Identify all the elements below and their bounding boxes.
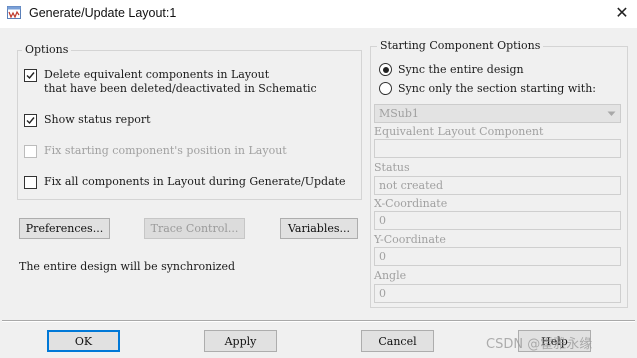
show-status-option[interactable]: Show status report [24,113,151,127]
show-status-label: Show status report [44,113,151,126]
watermark: CSDN @霍雅永缘 [486,337,593,352]
bottom-separator [2,320,635,322]
component-select-value: MSub1 [379,107,419,120]
x-coordinate-label: X-Coordinate [374,197,448,210]
sync-entire-radio[interactable] [379,63,392,76]
x-coordinate-field: 0 [374,211,621,230]
y-coordinate-field: 0 [374,247,621,266]
ok-button[interactable]: OK [47,330,120,352]
fix-starting-label: Fix starting component's position in Lay… [44,144,287,157]
status-field: not created [374,176,621,195]
y-coordinate-label: Y-Coordinate [374,233,446,246]
delete-equivalent-line1: Delete equivalent components in Layout [44,68,270,81]
preferences-button[interactable]: Preferences... [19,218,110,239]
apply-button[interactable]: Apply [204,330,277,352]
component-select[interactable]: MSub1 [374,104,621,123]
delete-equivalent-label: Delete equivalent components in Layout t… [44,68,317,96]
sync-status-message: The entire design will be synchronized [19,260,236,273]
angle-field: 0 [374,284,621,303]
show-status-checkbox[interactable] [24,114,37,127]
sync-section-radio[interactable] [379,82,392,95]
sync-section-label: Sync only the section starting with: [398,82,596,95]
delete-equivalent-option[interactable]: Delete equivalent components in Layout t… [24,68,317,96]
delete-equivalent-line2: that have been deleted/deactivated in Sc… [44,82,317,95]
fix-starting-checkbox[interactable] [24,145,37,158]
radio-selected-dot [382,66,389,73]
window-title: Generate/Update Layout:1 [29,6,177,20]
checkmark-icon [26,72,35,80]
fix-all-label: Fix all components in Layout during Gene… [44,175,346,188]
equivalent-label: Equivalent Layout Component [374,125,544,138]
fix-all-checkbox[interactable] [24,176,37,189]
title-bar: Generate/Update Layout:1 ✕ [0,0,637,28]
variables-button[interactable]: Variables... [280,218,358,239]
sync-entire-label: Sync the entire design [398,63,524,76]
status-label: Status [374,161,410,174]
delete-equivalent-checkbox[interactable] [24,69,37,82]
close-icon[interactable]: ✕ [612,3,632,23]
options-group-title: Options [22,43,72,56]
app-icon [7,6,21,19]
fix-all-option[interactable]: Fix all components in Layout during Gene… [24,175,346,189]
starting-options-title: Starting Component Options [377,39,544,52]
checkmark-icon [26,117,35,125]
cancel-button[interactable]: Cancel [361,330,434,352]
fix-starting-option[interactable]: Fix starting component's position in Lay… [24,144,287,158]
sync-entire-option[interactable]: Sync the entire design [379,63,524,76]
trace-control-button[interactable]: Trace Control... [144,218,245,239]
equivalent-field [374,139,621,158]
sync-section-option[interactable]: Sync only the section starting with: [379,82,596,95]
chevron-down-icon [607,111,616,116]
angle-label: Angle [374,269,407,282]
